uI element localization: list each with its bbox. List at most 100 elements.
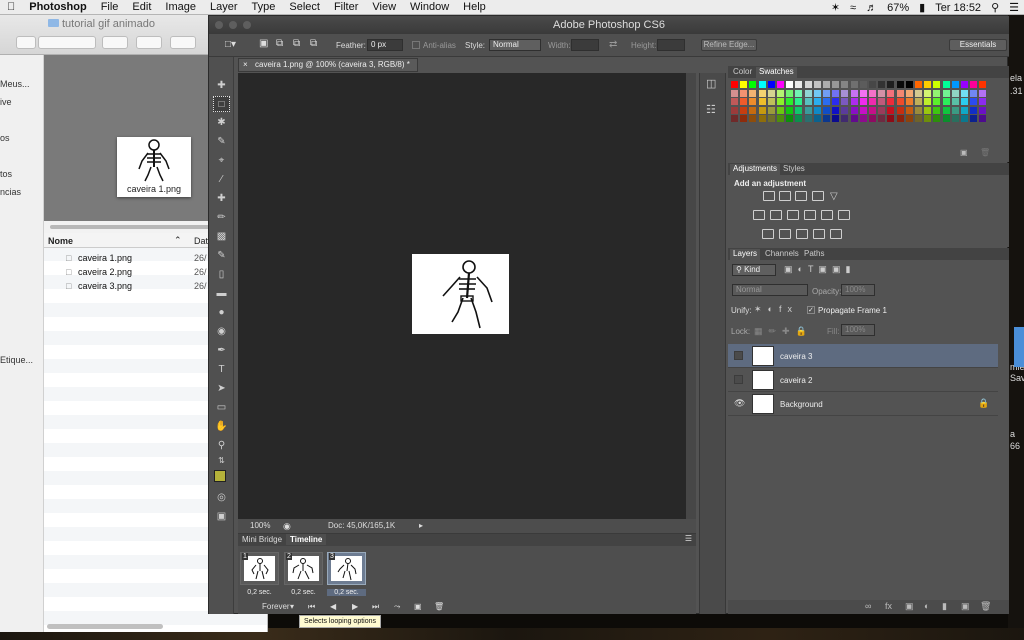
subtract-selection-icon[interactable]: ⧉ <box>293 38 300 49</box>
color-swatch[interactable] <box>767 106 775 114</box>
color-swatch[interactable] <box>841 89 849 97</box>
bluetooth-icon[interactable]: ✶ <box>826 1 845 14</box>
brightness-contrast-icon[interactable] <box>763 191 775 201</box>
sidebar-item[interactable]: Etique... <box>0 355 33 365</box>
blend-mode-select[interactable]: Normal <box>732 284 808 296</box>
eyedropper-tool-icon[interactable]: ⁄ <box>213 172 230 188</box>
frame-duration[interactable]: 0,2 sec. <box>327 589 366 596</box>
color-swatch[interactable] <box>749 81 757 88</box>
tab-styles[interactable]: Styles <box>780 164 808 173</box>
desktop-label[interactable]: .31 <box>1010 86 1024 96</box>
height-input[interactable] <box>657 39 685 51</box>
color-swatch[interactable] <box>841 106 849 114</box>
spotlight-icon[interactable]: ⚲ <box>986 1 1004 14</box>
app-menu[interactable]: Photoshop <box>22 1 93 13</box>
color-swatch[interactable] <box>942 106 950 114</box>
zoom-button[interactable] <box>243 21 251 29</box>
propagate-checkbox[interactable]: ✓ <box>807 306 815 314</box>
color-swatch[interactable] <box>795 89 803 97</box>
color-swatch[interactable] <box>979 89 987 97</box>
timeline-frame[interactable]: 2 <box>284 552 323 585</box>
color-swatch[interactable] <box>740 81 748 88</box>
zoom-tool-icon[interactable]: ⚲ <box>213 438 230 454</box>
color-swatch[interactable] <box>878 98 886 105</box>
color-swatch[interactable] <box>767 115 775 122</box>
delete-layer-icon[interactable]: 🗑 <box>980 601 991 612</box>
hue-saturation-icon[interactable] <box>753 210 765 220</box>
layer-row[interactable]: caveira 2 <box>728 368 998 392</box>
color-swatch[interactable] <box>731 115 738 122</box>
color-swatch[interactable] <box>961 106 968 114</box>
gradient-tool-icon[interactable]: ▬ <box>213 286 230 302</box>
color-swatch[interactable] <box>731 81 738 88</box>
close-button[interactable] <box>215 21 223 29</box>
play-icon[interactable]: ▶ <box>352 602 358 611</box>
apple-icon[interactable]:  <box>0 1 22 13</box>
color-swatch[interactable] <box>740 106 748 114</box>
color-swatch[interactable] <box>951 89 959 97</box>
color-swatch[interactable] <box>823 115 830 122</box>
marquee-preset-icon[interactable]: □▾ <box>225 39 236 50</box>
color-swatch[interactable] <box>832 81 840 88</box>
color-swatch[interactable] <box>942 115 950 122</box>
color-swatch[interactable] <box>795 81 803 88</box>
sidebar-item[interactable]: ive <box>0 97 12 107</box>
color-swatch[interactable] <box>942 81 950 88</box>
layer-row[interactable]: caveira 3 <box>728 344 998 368</box>
color-lookup-icon[interactable] <box>838 210 850 220</box>
color-swatch[interactable] <box>905 81 913 88</box>
layer-mask-icon[interactable]: ▣ <box>905 601 914 612</box>
color-swatch[interactable] <box>749 89 757 97</box>
layer-filter-icons[interactable]: ▣◐T▣▣▮ <box>784 264 855 275</box>
color-swatch[interactable] <box>961 81 968 88</box>
color-swatch[interactable] <box>804 115 812 122</box>
color-swatch[interactable] <box>933 98 941 105</box>
tab-timeline[interactable]: Timeline <box>286 534 327 545</box>
status-info-icon[interactable]: ◉ <box>283 519 291 533</box>
menu-view[interactable]: View <box>365 1 403 13</box>
marquee-tool-icon[interactable]: □ <box>213 96 230 112</box>
color-swatch[interactable] <box>905 115 913 122</box>
color-swatch[interactable] <box>795 115 803 122</box>
menu-filter[interactable]: Filter <box>327 1 365 13</box>
color-swatch[interactable] <box>850 81 858 88</box>
color-swatch[interactable] <box>758 89 766 97</box>
unify-icons[interactable]: ✶◐fx <box>754 304 798 315</box>
canvas-area[interactable] <box>238 73 686 519</box>
color-swatch[interactable] <box>850 98 858 105</box>
color-swatch[interactable] <box>859 89 867 97</box>
color-swatch[interactable] <box>887 106 895 114</box>
color-swatch[interactable] <box>749 98 757 105</box>
color-swatch[interactable] <box>740 98 748 105</box>
document-tab[interactable]: × caveira 1.png @ 100% (caveira 3, RGB/8… <box>238 58 418 72</box>
screen-mode-icon[interactable]: ▣ <box>213 509 230 525</box>
width-input[interactable] <box>571 39 599 51</box>
color-swatch[interactable] <box>795 106 803 114</box>
color-swatch[interactable] <box>731 89 738 97</box>
color-swatch[interactable] <box>823 81 830 88</box>
color-swatch[interactable] <box>832 115 840 122</box>
minimize-button[interactable] <box>229 21 237 29</box>
link-layers-icon[interactable]: ∞ <box>865 601 871 611</box>
color-swatch[interactable] <box>970 89 978 97</box>
sidebar-item[interactable]: Meus... <box>0 79 30 89</box>
color-swatch[interactable] <box>804 89 812 97</box>
color-swatch[interactable] <box>740 115 748 122</box>
desktop-file-icon[interactable] <box>1014 327 1024 367</box>
color-swatch[interactable] <box>970 98 978 105</box>
color-swatch[interactable] <box>887 115 895 122</box>
color-swatch[interactable] <box>859 98 867 105</box>
color-swatch[interactable] <box>813 81 821 88</box>
back-forward-button[interactable] <box>16 36 36 49</box>
color-swatch[interactable] <box>878 81 886 88</box>
tab-channels[interactable]: Channels <box>762 249 802 258</box>
color-swatch[interactable] <box>740 89 748 97</box>
preview-scrollbar[interactable] <box>50 225 220 229</box>
color-swatch[interactable] <box>786 106 794 114</box>
tab-swatches[interactable]: Swatches <box>756 67 797 78</box>
quick-mask-icon[interactable]: ◎ <box>213 490 230 506</box>
color-swatch[interactable] <box>905 106 913 114</box>
color-swatch[interactable] <box>905 98 913 105</box>
color-swatch[interactable] <box>951 115 959 122</box>
color-swatch[interactable] <box>758 98 766 105</box>
